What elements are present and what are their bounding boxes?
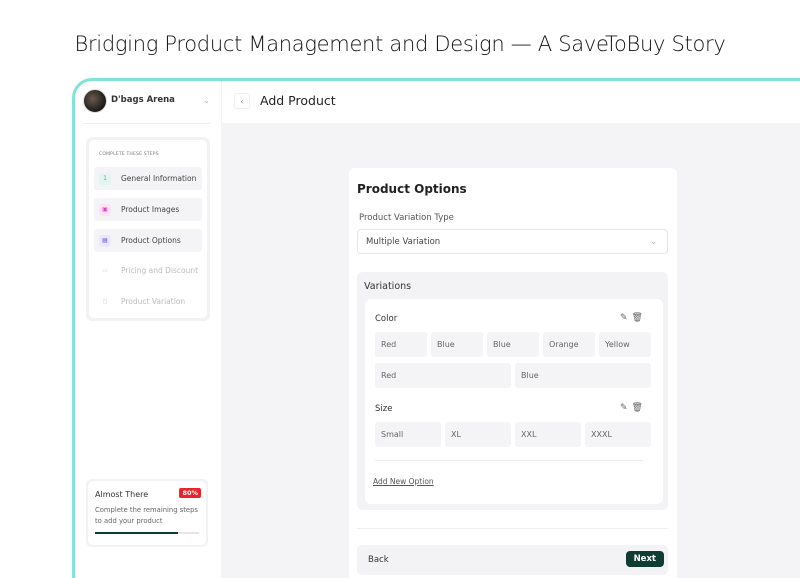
header-title: Add Product xyxy=(260,93,336,108)
variations-list: Color ✎🗑 Red Blue Blue Orange Yellow Red… xyxy=(365,299,663,504)
edit-icon[interactable]: ✎ xyxy=(620,403,632,413)
select-value: Multiple Variation xyxy=(366,237,440,247)
step-label: Product Images xyxy=(121,205,179,214)
sidebar: D'bags Arena ⌄ COMPLETE THESE STEPS 1 Gen… xyxy=(75,81,221,578)
variation-type-label: Product Variation Type xyxy=(359,213,454,223)
trash-icon[interactable]: 🗑 xyxy=(632,313,647,323)
store-name[interactable]: D'bags Arena xyxy=(111,95,175,105)
progress-card: Almost There 80% Complete the remaining … xyxy=(86,479,208,547)
progress-badge: 80% xyxy=(179,488,201,498)
color-option[interactable]: Blue xyxy=(487,332,539,357)
variations-panel: Variations Color ✎🗑 Red Blue Blue Orange… xyxy=(357,272,668,510)
divider xyxy=(375,460,643,461)
size-option[interactable]: XXXL xyxy=(585,422,651,447)
color-option[interactable]: Blue xyxy=(431,332,483,357)
bag-icon: ◻ xyxy=(99,296,111,308)
progress-description: Complete the remaining steps to add your… xyxy=(95,505,200,526)
pricing-icon: ▭ xyxy=(99,265,111,277)
step-product-options[interactable]: ▤ Product Options xyxy=(94,229,202,252)
avatar xyxy=(83,89,107,113)
color-label: Color xyxy=(375,314,397,324)
steps-heading: COMPLETE THESE STEPS xyxy=(99,152,159,157)
options-icon: ▤ xyxy=(99,235,111,247)
step-pricing-and-discount[interactable]: ▭ Pricing and Discount xyxy=(94,259,202,282)
step-product-variation[interactable]: ◻ Product Variation xyxy=(94,290,202,313)
progress-title: Almost There xyxy=(95,490,148,499)
chevron-down-icon[interactable]: ⌄ xyxy=(203,96,210,105)
variation-type-select[interactable]: Multiple Variation ⌄ xyxy=(357,229,668,254)
color-option[interactable]: Yellow xyxy=(599,332,651,357)
divider xyxy=(357,528,668,529)
color-option[interactable]: Orange xyxy=(543,332,595,357)
step-label: Product Variation xyxy=(121,297,185,306)
step-label: General Information xyxy=(121,174,196,183)
step-label: Product Options xyxy=(121,236,181,245)
edit-icon[interactable]: ✎ xyxy=(620,313,632,323)
divider xyxy=(83,123,211,124)
color-option[interactable]: Red xyxy=(375,363,511,388)
chevron-down-icon: ⌄ xyxy=(650,237,657,246)
product-options-card: Product Options Product Variation Type M… xyxy=(349,168,677,578)
card-title: Product Options xyxy=(357,182,467,196)
step-product-images[interactable]: ▣ Product Images xyxy=(94,198,202,221)
progress-fill xyxy=(95,532,178,534)
variations-title: Variations xyxy=(364,281,411,292)
size-option[interactable]: XL xyxy=(445,422,511,447)
page-headline: Bridging Product Management and Design —… xyxy=(0,32,800,56)
step-label: Pricing and Discount xyxy=(121,266,198,275)
step-number-icon: 1 xyxy=(99,173,111,185)
steps-panel: COMPLETE THESE STEPS 1 General Informatio… xyxy=(86,137,210,321)
size-option[interactable]: Small xyxy=(375,422,441,447)
image-icon: ▣ xyxy=(99,204,111,216)
app-frame: D'bags Arena ⌄ COMPLETE THESE STEPS 1 Gen… xyxy=(72,78,800,578)
next-button[interactable]: Next xyxy=(626,551,664,567)
trash-icon[interactable]: 🗑 xyxy=(632,403,647,413)
size-label: Size xyxy=(375,404,392,414)
header: ‹ Add Product xyxy=(222,81,800,123)
back-chevron-button[interactable]: ‹ xyxy=(234,93,250,109)
step-general-information[interactable]: 1 General Information xyxy=(94,167,202,190)
color-option[interactable]: Red xyxy=(375,332,427,357)
size-option[interactable]: XXL xyxy=(515,422,581,447)
add-new-option-link[interactable]: Add New Option xyxy=(373,477,434,486)
color-option[interactable]: Blue xyxy=(515,363,651,388)
card-footer: Back Next xyxy=(357,545,668,575)
progress-bar xyxy=(95,532,199,534)
